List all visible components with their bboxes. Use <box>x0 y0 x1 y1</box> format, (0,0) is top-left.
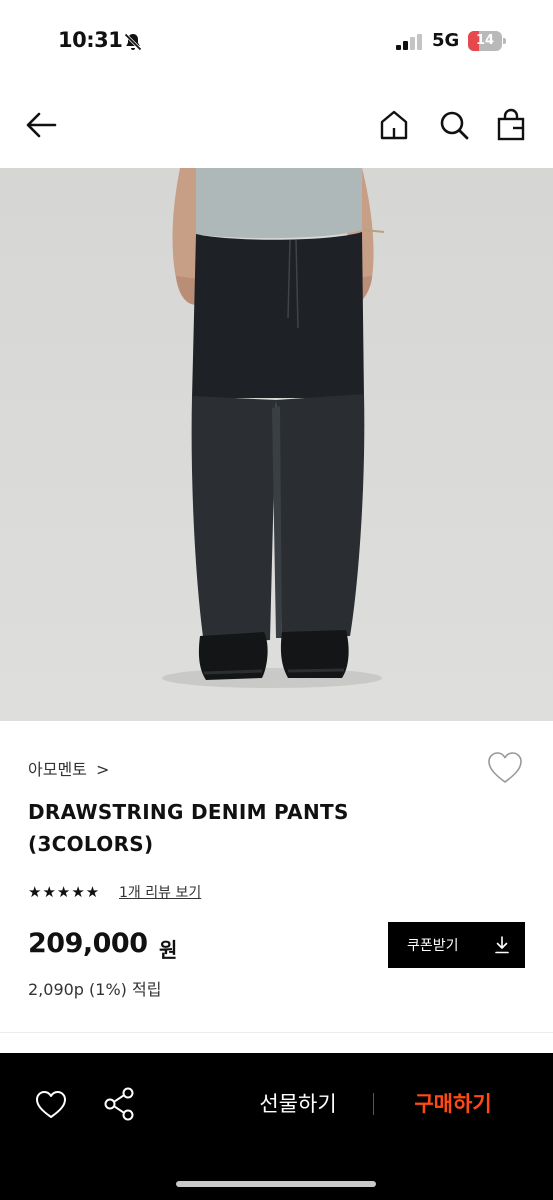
search-icon[interactable] <box>437 108 471 142</box>
brand-name: 아모멘토 <box>28 760 87 779</box>
status-time: 10:31 <box>58 28 123 52</box>
product-title: DRAWSTRING DENIM PANTS (3COLORS) <box>28 796 448 860</box>
battery-icon: 14 <box>468 31 506 51</box>
brand-link[interactable]: 아모멘토 > <box>28 756 109 780</box>
product-title-line2: (3COLORS) <box>28 832 154 856</box>
download-icon <box>495 936 509 954</box>
coupon-label: 쿠폰받기 <box>407 938 459 954</box>
bell-slash-icon <box>124 33 142 51</box>
back-arrow-icon[interactable] <box>24 108 58 142</box>
bottom-action-bar: 선물하기 구매하기 <box>0 1053 553 1200</box>
price-unit: 원 <box>159 938 178 962</box>
shopping-bag-icon[interactable] <box>494 108 528 142</box>
price-value: 209,000 <box>28 928 148 959</box>
battery-level: 14 <box>475 33 495 48</box>
heart-outline-icon[interactable] <box>34 1089 68 1121</box>
home-indicator <box>176 1181 376 1187</box>
status-bar: 10:31 5G 14 <box>0 0 553 84</box>
network-label: 5G <box>432 30 460 51</box>
nav-bar <box>0 84 553 168</box>
divider <box>0 1032 553 1033</box>
review-link[interactable]: 1개 리뷰 보기 <box>119 882 201 902</box>
buy-button[interactable]: 구매하기 <box>394 1087 512 1121</box>
product-photo-illustration <box>0 168 553 721</box>
home-icon[interactable] <box>377 108 411 142</box>
chevron-right-icon: > <box>95 760 110 779</box>
product-image[interactable] <box>0 168 553 721</box>
coupon-button[interactable]: 쿠폰받기 <box>388 922 525 968</box>
share-icon[interactable] <box>102 1086 136 1122</box>
rating-stars: ★★★★★ <box>28 883 101 901</box>
product-title-line1: DRAWSTRING DENIM PANTS <box>28 800 349 824</box>
signal-icon <box>396 34 422 50</box>
points-text: 2,090p (1%) 적립 <box>28 980 162 999</box>
heart-outline-icon[interactable] <box>486 750 524 786</box>
gift-button[interactable]: 선물하기 <box>236 1087 360 1121</box>
separator <box>373 1093 374 1115</box>
